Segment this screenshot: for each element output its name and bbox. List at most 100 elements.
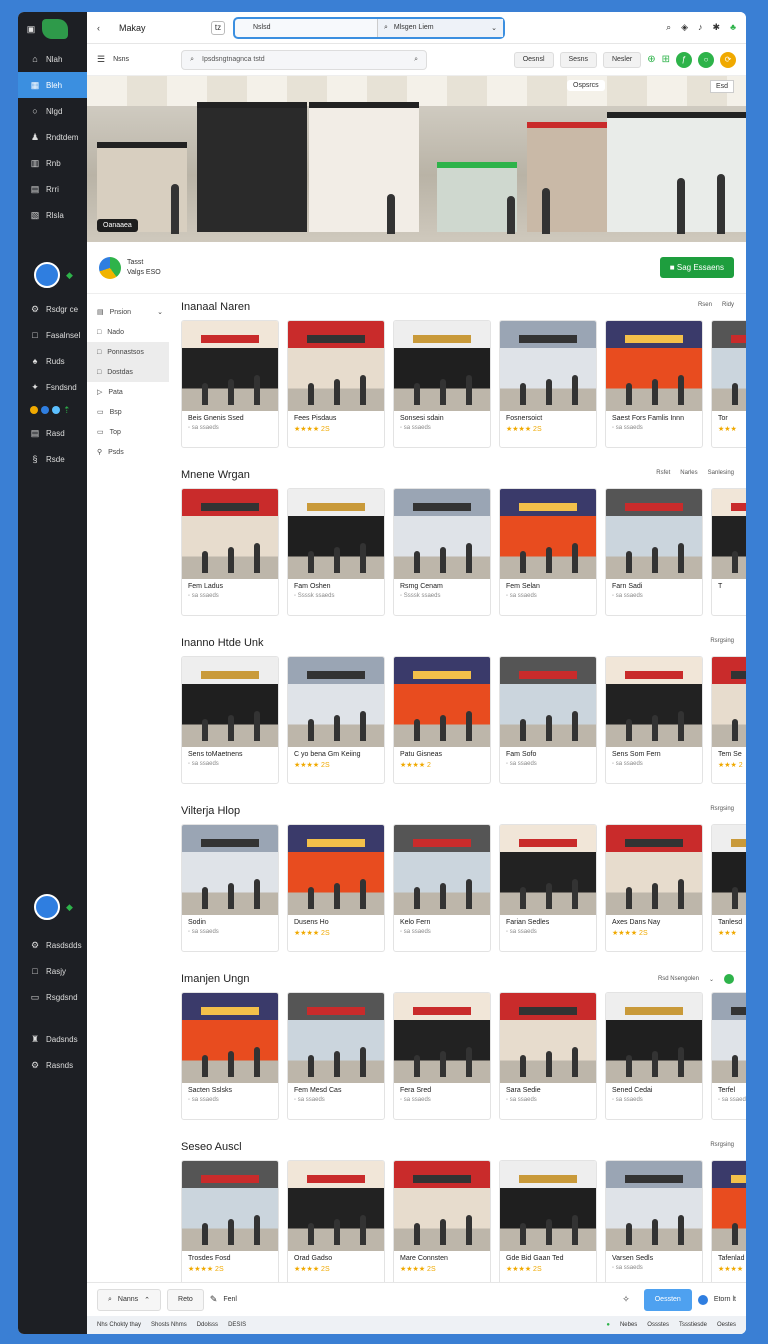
search-bar[interactable]: ⌕ Ipsdsngtnagnca tstd ⌕	[181, 49, 428, 70]
section-action-link[interactable]: Narles	[680, 470, 697, 476]
chevron-down-icon[interactable]: ⌄	[491, 24, 503, 32]
hero-badge-top[interactable]: Ospsrcs	[567, 80, 605, 91]
category-item[interactable]: □ Ponnastsos	[87, 342, 169, 362]
footer-button-2[interactable]: Reto	[167, 1288, 204, 1311]
status-right-3[interactable]: Tssstiesde	[679, 1322, 707, 1328]
product-card[interactable]: Beis Gnenis Ssed ◦ sa ssaeds	[181, 320, 279, 448]
product-card[interactable]: Tafenlad ★★★★	[711, 1160, 746, 1288]
product-card[interactable]: Fees Pisdaus ★★★★ 2S	[287, 320, 385, 448]
product-card[interactable]: Patu Gisneas ★★★★ 2	[393, 656, 491, 784]
product-card[interactable]: Tanlesd ★★★	[711, 824, 746, 952]
sidebar-item[interactable]: ⌂ Nlah	[18, 46, 87, 72]
product-card[interactable]: Fera Sred ◦ sa ssaeds	[393, 992, 491, 1120]
product-card[interactable]: Sened Cedai ◦ sa ssaeds	[605, 992, 703, 1120]
product-card[interactable]: T	[711, 488, 746, 616]
product-card[interactable]: Dusens Ho ★★★★ 2S	[287, 824, 385, 952]
category-item[interactable]: ▭ Top	[87, 422, 169, 442]
product-card[interactable]: Sens Som Fern ◦ sa ssaeds	[605, 656, 703, 784]
pill-3[interactable]: Nesler	[602, 51, 642, 68]
category-item[interactable]: ⚲ Psds	[87, 442, 169, 462]
search-submit-icon[interactable]: ⌕	[414, 56, 418, 64]
product-card[interactable]: Varsen Sedls ◦ sa ssaeds	[605, 1160, 703, 1288]
category-item[interactable]: □ Nado	[87, 322, 169, 342]
gear-icon[interactable]: ✱	[713, 22, 721, 33]
section-action-link[interactable]: Rsfet	[656, 470, 670, 476]
product-card[interactable]: Sara Sedie ◦ sa ssaeds	[499, 992, 597, 1120]
status-right-4[interactable]: Oestes	[717, 1322, 736, 1328]
bell-icon[interactable]: ♪	[698, 22, 703, 33]
category-item[interactable]: □ Dostdas	[87, 362, 169, 382]
refresh-icon[interactable]: ⟳	[720, 51, 736, 68]
sidebar-item[interactable]: § Rsde	[18, 446, 87, 472]
product-card[interactable]: Tem Se ★★★ 2	[711, 656, 746, 784]
product-card[interactable]: Farn Sadi ◦ sa ssaeds	[605, 488, 703, 616]
category-item[interactable]: ▷ Pata	[87, 382, 169, 402]
footer-button-1[interactable]: ⌕ Nanns ⌃	[97, 1288, 162, 1311]
product-card[interactable]: Fam Oshen ◦ Ssssk ssaeds	[287, 488, 385, 616]
section-action-link[interactable]: Rsrgsing	[710, 638, 734, 644]
product-card[interactable]: Kelo Fern ◦ sa ssaeds	[393, 824, 491, 952]
sidebar-item[interactable]: ♠ Ruds	[18, 348, 87, 374]
status-right-2[interactable]: Ossstes	[647, 1322, 669, 1328]
product-card[interactable]: Fem Mesd Cas ◦ sa ssaeds	[287, 992, 385, 1120]
tab-box[interactable]: tz	[211, 20, 225, 35]
lightblue-dot-icon[interactable]	[52, 406, 60, 414]
chevron-down-icon[interactable]: ⌄	[157, 308, 169, 316]
section-action-link[interactable]: Rsd Nsengolen	[658, 976, 699, 982]
menu-icon[interactable]: ☰	[97, 54, 105, 65]
circle-icon[interactable]: ○	[698, 51, 714, 68]
back-arrow-icon[interactable]: ‹	[97, 23, 111, 33]
section-action-link[interactable]: Ridy	[722, 302, 734, 308]
product-card[interactable]: Sacten Sslsks ◦ sa ssaeds	[181, 992, 279, 1120]
product-card[interactable]: Farian Sedles ◦ sa ssaeds	[499, 824, 597, 952]
address-left[interactable]: Nslsd	[235, 24, 377, 31]
shield-icon[interactable]: ◈	[681, 22, 688, 33]
category-item[interactable]: ▤ Pnsion ⌄	[87, 302, 169, 322]
sidebar-item[interactable]: □ Rasjy	[18, 958, 87, 984]
cart-icon[interactable]: ⊞	[662, 54, 670, 65]
sidebar-item[interactable]: ▤ Rasd	[18, 420, 87, 446]
hero-badge-right[interactable]: Esd	[709, 80, 734, 93]
product-card[interactable]: Mare Connsten ★★★★ 2S	[393, 1160, 491, 1288]
sidebar-item[interactable]: ⚙ Rsdgr ce	[18, 296, 87, 322]
product-card[interactable]: Fam Sofo ◦ sa ssaeds	[499, 656, 597, 784]
wand-icon[interactable]: ✧	[622, 1294, 630, 1305]
section-action-link[interactable]: Rsen	[698, 302, 712, 308]
sidebar-item[interactable]: ▥ Rnb	[18, 150, 87, 176]
orange-dot-icon[interactable]	[30, 406, 38, 414]
product-card[interactable]: Fem Selan ◦ sa ssaeds	[499, 488, 597, 616]
pill-2[interactable]: Sesns	[559, 51, 597, 68]
product-card[interactable]: C yo bena Gm Keiing ★★★★ 2S	[287, 656, 385, 784]
edit-icon[interactable]: ✎	[210, 1294, 218, 1305]
product-card[interactable]: Fem Ladus ◦ sa ssaeds	[181, 488, 279, 616]
primary-button[interactable]: Oessten	[643, 1288, 692, 1311]
chevron-down-icon[interactable]: ⌄	[709, 976, 714, 983]
product-card[interactable]: Rsmg Cenam ◦ Ssssk ssaeds	[393, 488, 491, 616]
sidebar-item[interactable]: ♟ Rndtdem	[18, 124, 87, 150]
avatar-2[interactable]	[34, 894, 60, 920]
product-card[interactable]: Fosnersoict ★★★★ 2S	[499, 320, 597, 448]
address-bar[interactable]: Nslsd ⌕ Mlsgen Liem ⌄	[233, 16, 505, 39]
product-card[interactable]: Sodin ◦ sa ssaeds	[181, 824, 279, 952]
product-card[interactable]: Trosdes Fosd ★★★★ 2S	[181, 1160, 279, 1288]
address-right[interactable]: ⌕ Mlsgen Liem ⌄	[377, 18, 503, 37]
sidebar-item[interactable]: ○ Nlgd	[18, 98, 87, 124]
section-action-link[interactable]: Rsrgsing	[710, 1142, 734, 1148]
sidebar-item[interactable]: ▦ Bleh	[18, 72, 87, 98]
status-right-1[interactable]: Nebes	[620, 1322, 637, 1328]
sidebar-item[interactable]: □ Fasalnsel	[18, 322, 87, 348]
product-card[interactable]: Saest Fors Famlis Innn ◦ sa ssaeds	[605, 320, 703, 448]
product-card[interactable]: Terfel ◦ sa ssaeds	[711, 992, 746, 1120]
section-action-link[interactable]: Rsrgsing	[710, 806, 734, 812]
section-action-link[interactable]: Sanlesing	[708, 470, 734, 476]
search-icon[interactable]: ⌕	[666, 22, 671, 33]
sidebar-item[interactable]: ▧ Rlsla	[18, 202, 87, 228]
product-card[interactable]: Sonsesi sdain ◦ sa ssaeds	[393, 320, 491, 448]
product-card[interactable]: Tor ★★★	[711, 320, 746, 448]
pill-1[interactable]: Oesnsl	[513, 51, 554, 68]
sidebar-item[interactable]: ▤ Rrri	[18, 176, 87, 202]
blue-dot-icon[interactable]	[41, 406, 49, 414]
plant-icon[interactable]: ♣	[730, 22, 736, 33]
category-item[interactable]: ▭ Bsp	[87, 402, 169, 422]
search-input[interactable]: Ipsdsngtnagnca tstd	[202, 56, 406, 63]
